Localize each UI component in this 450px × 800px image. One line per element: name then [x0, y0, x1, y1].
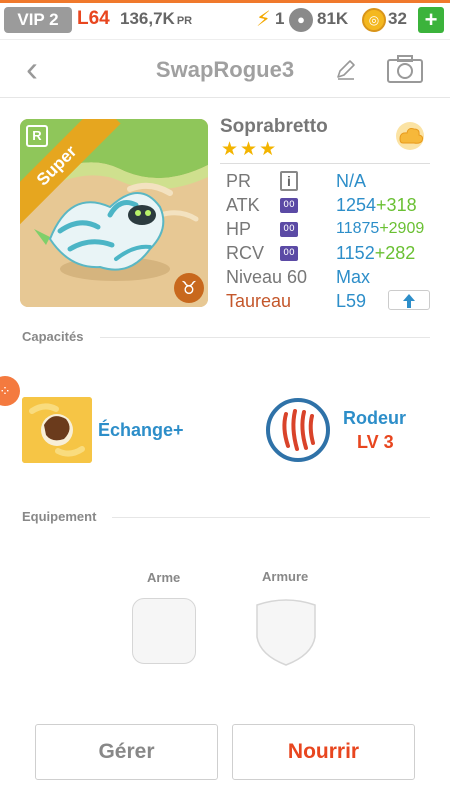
abilities-divider: [100, 337, 430, 338]
feed-button[interactable]: Nourrir: [232, 724, 415, 780]
add-coins-button[interactable]: +: [418, 7, 444, 33]
armor-label: Armure: [262, 569, 309, 584]
weapon-slot[interactable]: [132, 598, 196, 664]
rarity-badge: R: [26, 125, 48, 147]
manage-button[interactable]: Gérer: [35, 724, 218, 780]
rcv-label: RCV: [226, 243, 265, 263]
hp-label: HP: [226, 219, 252, 239]
active-skill-name[interactable]: Échange+: [98, 420, 184, 441]
hp-value-group: 11875+2909: [336, 220, 424, 238]
hp-value: 11875: [336, 220, 380, 237]
camera-icon[interactable]: [386, 54, 424, 84]
paw-icon: ●: [289, 8, 313, 32]
stat-row-atk: ATK 00 1254+318: [226, 195, 436, 217]
stat-row-rcv: RCV 00 1152+282: [226, 243, 436, 265]
monster-portrait-card[interactable]: R Super ♉: [20, 119, 208, 307]
stat-row-level: Niveau 60 Max: [226, 267, 436, 289]
side-menu-tab-icon[interactable]: ⁘: [0, 376, 20, 406]
level-label: Niveau 60: [226, 267, 308, 287]
sign-upgrade-button[interactable]: [388, 290, 430, 310]
hp-enhance-badge: 00: [280, 222, 298, 237]
monster-name: Soprabretto: [220, 116, 328, 137]
lightning-icon: ⚡: [256, 8, 271, 31]
pr-value: 136,7K: [120, 9, 175, 28]
leader-skill-level: LV 3: [357, 432, 394, 452]
top-accent-line: [0, 0, 450, 3]
energy-count: 1: [275, 9, 285, 28]
top-header: ‹ SwapRogue3: [0, 40, 450, 98]
level-value: Max: [336, 267, 371, 287]
pr-label: PR: [226, 171, 252, 191]
status-bar: VIP 2 L64 136,7K PR ⚡ 1 ● 81K ◎ 32 +: [0, 0, 450, 40]
hp-bonus: +2909: [379, 220, 425, 237]
coin-count: 32: [388, 9, 407, 28]
armor-slot-shield-icon[interactable]: [254, 597, 318, 667]
info-icon[interactable]: i: [280, 171, 298, 191]
atk-value-group: 1254+318: [336, 195, 417, 216]
atk-label: ATK: [226, 195, 260, 215]
pr-unit: PR: [176, 15, 193, 27]
player-pr: 136,7K PR: [120, 9, 192, 29]
equipment-section-title: Equipement: [22, 509, 97, 524]
page-title: SwapRogue3: [155, 57, 295, 82]
rcv-enhance-badge: 00: [280, 246, 298, 261]
atk-value: 1254: [336, 195, 377, 215]
stat-row-hp: HP 00 11875+2909: [226, 219, 436, 241]
stat-row-pr: PR i N/A: [226, 171, 436, 193]
rcv-value: 1152: [336, 243, 375, 263]
vip-badge[interactable]: VIP 2: [4, 7, 72, 33]
weapon-label: Arme: [147, 570, 181, 585]
active-skill-icon[interactable]: [22, 397, 92, 463]
pencil-icon[interactable]: [334, 57, 358, 81]
rcv-value-group: 1152+282: [336, 243, 415, 264]
equipment-divider: [112, 517, 430, 518]
zodiac-sign-level: L59: [336, 291, 367, 311]
leader-skill-name[interactable]: Rodeur: [343, 408, 406, 429]
swap-skill-art: [22, 397, 92, 463]
stats-divider: [220, 163, 430, 164]
taurus-sign-icon: ♉: [174, 273, 204, 303]
arrow-up-icon: [403, 294, 415, 308]
claw-leader-skill-icon[interactable]: [266, 398, 330, 462]
rcv-bonus: +282: [374, 243, 416, 263]
abilities-section-title: Capacités: [22, 329, 84, 344]
atk-bonus: +318: [376, 195, 417, 215]
coin-icon: ◎: [362, 8, 386, 32]
star-rating: ★★★: [221, 139, 279, 160]
atk-enhance-badge: 00: [280, 198, 298, 213]
pr-value: N/A: [336, 171, 367, 191]
zodiac-sign-label: Taureau: [226, 291, 292, 311]
paw-count: 81K: [317, 9, 349, 28]
cloud-element-icon[interactable]: [393, 121, 427, 151]
player-level: L64: [77, 8, 110, 29]
